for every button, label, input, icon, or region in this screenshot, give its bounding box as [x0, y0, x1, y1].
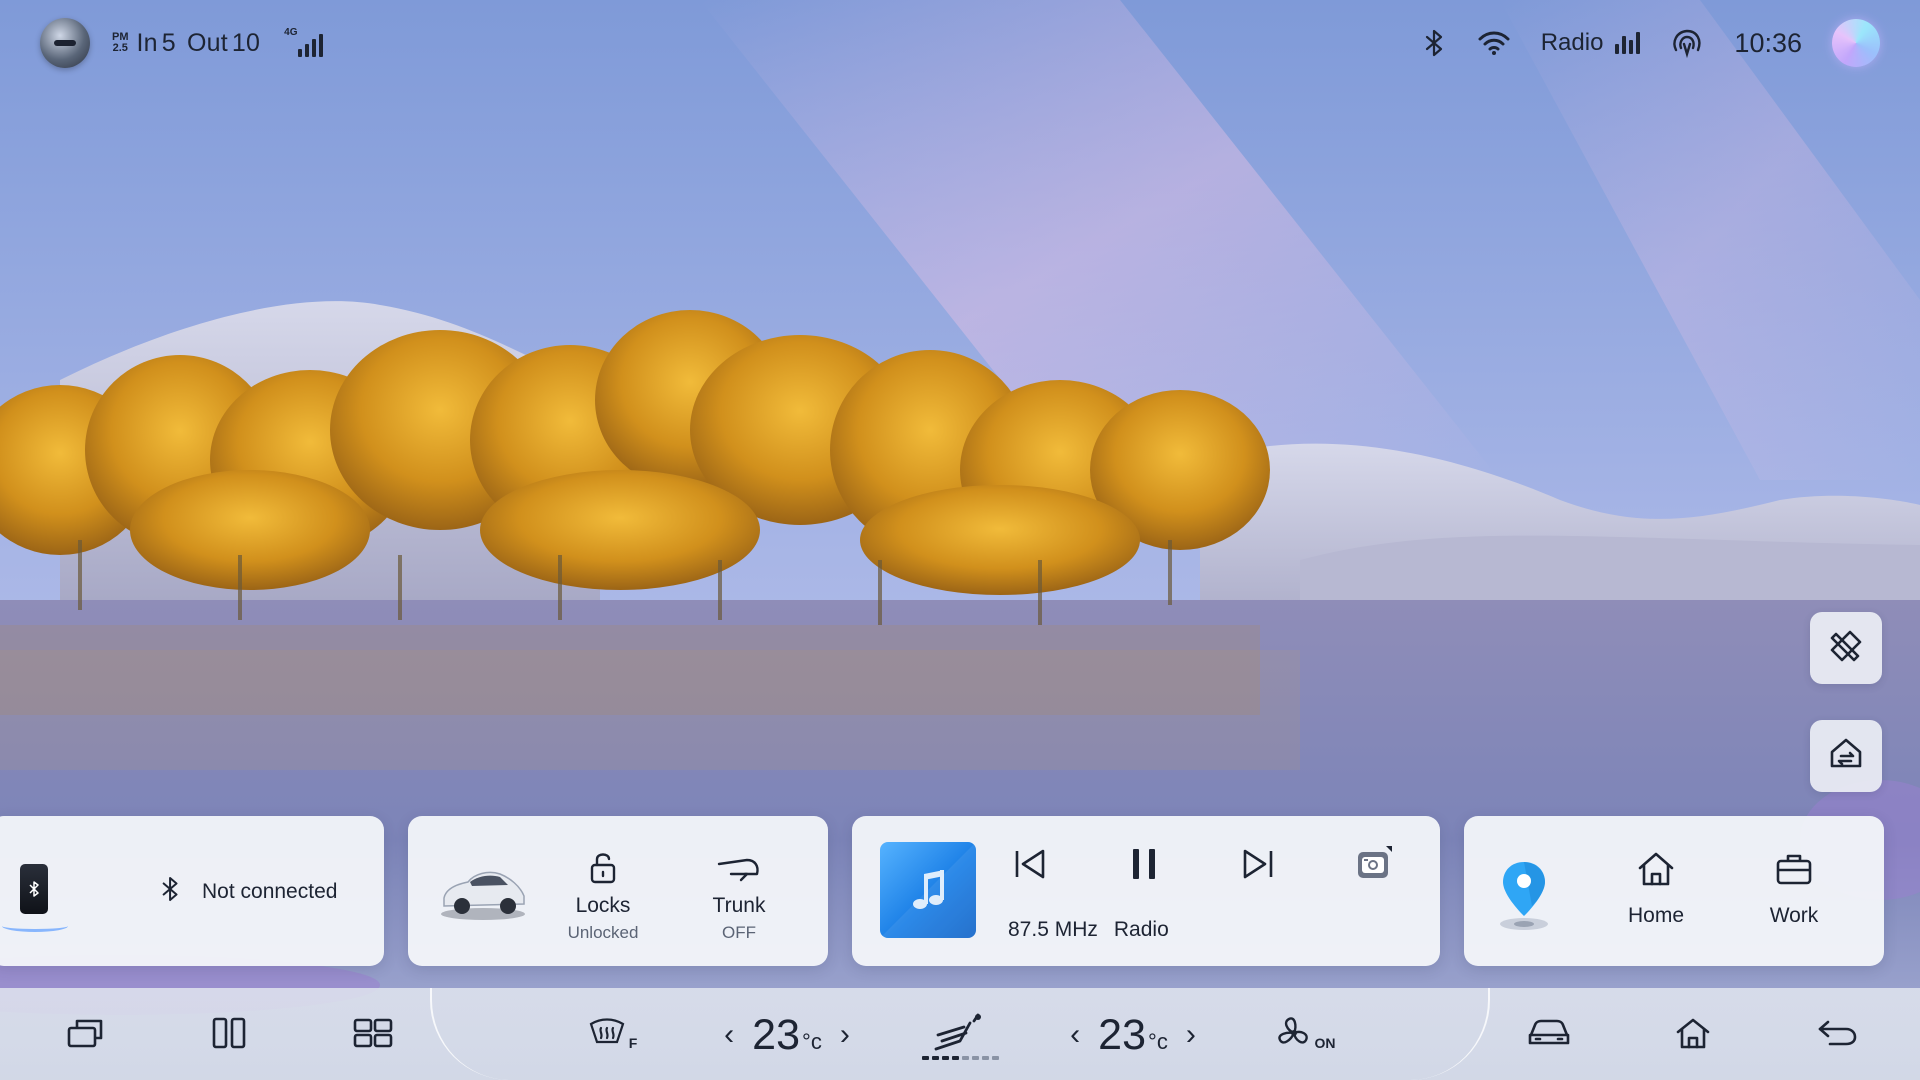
media-info: 87.5 MHz Radio [1008, 918, 1169, 942]
album-art[interactable] [880, 842, 976, 938]
back-icon [1816, 1018, 1858, 1053]
status-right: Radio 10:36 [1393, 19, 1880, 67]
briefcase-icon [1744, 844, 1844, 894]
split-view-button[interactable] [204, 1008, 254, 1062]
voice-assistant-icon[interactable] [1670, 26, 1704, 60]
bluetooth-icon[interactable] [1423, 28, 1447, 58]
media-source-text: Radio [1113, 918, 1169, 941]
split-view-icon [211, 1016, 247, 1055]
car-image-icon [438, 854, 528, 924]
right-temp-increase-icon[interactable]: › [1186, 1018, 1196, 1052]
trunk-icon [684, 844, 794, 890]
radio-status[interactable]: Radio [1541, 29, 1641, 57]
home-button[interactable] [1668, 1008, 1718, 1062]
home-switch-button[interactable] [1810, 720, 1882, 792]
app-grid-button[interactable] [348, 1008, 398, 1062]
window-icon [65, 1016, 105, 1055]
skip-next-icon [1241, 848, 1275, 885]
right-temp-readout: 23 °c [1098, 1011, 1168, 1060]
trunk-state: OFF [722, 923, 756, 942]
location-pin-icon[interactable] [1494, 856, 1554, 936]
left-temperature-control[interactable]: ‹ 23 °c › [712, 1008, 862, 1062]
front-defrost-button[interactable]: F [582, 1008, 642, 1062]
home-label: Home [1627, 904, 1685, 927]
phone-glow [2, 920, 68, 932]
avatar-glyph [54, 40, 76, 46]
right-temperature-control[interactable]: ‹ 23 °c › [1058, 1008, 1208, 1062]
air-in-label: In [136, 28, 158, 57]
bluetooth-connection-status[interactable]: Not connected [160, 874, 337, 909]
locks-state: Unlocked [567, 923, 639, 942]
grid-icon [352, 1017, 394, 1054]
vehicle-button[interactable] [1524, 1008, 1574, 1062]
radio-source-icon [1352, 844, 1392, 889]
right-temp-decrease-icon[interactable]: ‹ [1070, 1018, 1080, 1052]
work-destination[interactable]: Work [1744, 844, 1844, 928]
tools-icon [1826, 626, 1866, 671]
home-destination[interactable]: Home [1606, 844, 1706, 928]
media-card[interactable]: 87.5 MHz Radio [852, 816, 1440, 966]
defrost-icon [587, 1016, 627, 1055]
car-icon [1527, 1017, 1571, 1054]
user-avatar[interactable] [40, 18, 90, 68]
previous-button[interactable] [1006, 842, 1054, 890]
home-icon [1674, 1016, 1712, 1055]
bluetooth-status-text: Not connected [202, 879, 338, 903]
fan-level-indicator [922, 1056, 999, 1060]
air-quality-readout[interactable]: In 5 Out 10 [137, 29, 265, 58]
network-type: 4G [284, 27, 298, 38]
fan-state-tag: ON [1314, 1035, 1336, 1051]
phone-card[interactable]: Not connected [0, 816, 384, 966]
next-button[interactable] [1234, 842, 1282, 890]
bluetooth-small-icon [160, 874, 182, 909]
frequency-text: 87.5 MHz [1008, 918, 1098, 941]
phone-device-icon [20, 864, 48, 914]
left-temp-unit: °c [802, 1028, 822, 1054]
assistant-orb-icon[interactable] [1832, 19, 1880, 67]
status-bar: PM 2.5 In 5 Out 10 4G Radio 10:36 [0, 0, 1920, 86]
trunk-label: Trunk [712, 894, 766, 917]
fan-button[interactable]: ON [1270, 1008, 1340, 1062]
fan-icon [1275, 1014, 1313, 1057]
locks-label: Locks [575, 894, 631, 917]
radio-label: Radio [1540, 29, 1604, 56]
back-button[interactable] [1812, 1008, 1862, 1062]
locks-control[interactable]: Locks Unlocked [548, 844, 658, 943]
air-in-value: 5 [161, 28, 176, 57]
air-out-label: Out [187, 28, 228, 57]
left-temp-value: 23 [752, 1010, 801, 1059]
defrost-tag: F [628, 1035, 638, 1051]
cellular-signal-icon: 4G [284, 27, 324, 57]
source-switch-button[interactable] [1348, 842, 1396, 890]
home-switch-icon [1826, 734, 1866, 779]
home-icon [1606, 844, 1706, 894]
clock: 10:36 [1734, 27, 1802, 58]
skip-previous-icon [1013, 848, 1047, 885]
air-out-value: 10 [231, 28, 261, 57]
radio-signal-icon [1615, 32, 1641, 54]
tools-button[interactable] [1810, 612, 1882, 684]
navigation-card[interactable]: Home Work [1464, 816, 1884, 966]
vehicle-card[interactable]: Locks Unlocked Trunk OFF [408, 816, 828, 966]
play-pause-button[interactable] [1120, 842, 1168, 890]
right-temp-value: 23 [1098, 1010, 1147, 1059]
left-temp-decrease-icon[interactable]: ‹ [724, 1018, 734, 1052]
status-left: PM 2.5 In 5 Out 10 4G [40, 18, 324, 68]
pm25-label: PM 2.5 [112, 32, 129, 54]
window-mode-button[interactable] [60, 1008, 110, 1062]
pm-label-bottom: 2.5 [112, 42, 128, 54]
right-temp-unit: °c [1148, 1028, 1168, 1054]
seat-airflow-icon [930, 1011, 990, 1060]
work-label: Work [1769, 904, 1819, 927]
wifi-icon[interactable] [1477, 29, 1511, 57]
trunk-control[interactable]: Trunk OFF [684, 844, 794, 943]
left-temp-increase-icon[interactable]: › [840, 1018, 850, 1052]
lock-open-icon [548, 844, 658, 890]
pause-icon [1129, 847, 1159, 886]
airflow-mode-button[interactable] [920, 1008, 1000, 1062]
left-temp-readout: 23 °c [752, 1011, 822, 1060]
